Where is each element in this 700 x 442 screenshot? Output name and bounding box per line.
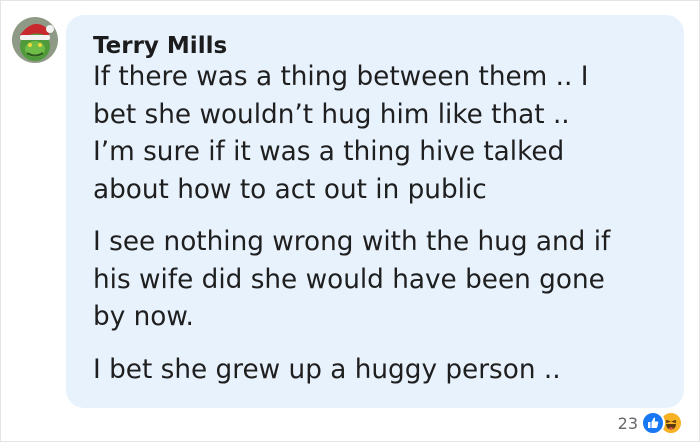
comment-line: I bet she grew up a huggy person .. [93,354,561,385]
like-icon [641,411,665,435]
comment-author[interactable]: Terry Mills [93,33,227,59]
comment-paragraph: If there was a thing between them .. I b… [93,59,673,209]
comment-paragraph: I see nothing wrong with the hug and if … [93,224,673,337]
comment-paragraph: I bet she grew up a huggy person .. [93,352,673,390]
comment-line: If there was a thing between them .. I [93,62,589,92]
avatar[interactable] [12,17,58,63]
grinch-avatar-icon [12,17,58,63]
comment-line: I’m sure if it was a thing hive talked [93,137,565,167]
comment-line: about how to act out in public [93,174,487,205]
reaction-summary[interactable]: 23 [618,410,683,436]
comment-body: If there was a thing between them .. I b… [93,59,673,389]
comment-line: his wife did she would have been gone [93,264,605,295]
reaction-count: 23 [617,413,638,433]
comment-line: bet she wouldn’t hug him like that .. [93,99,570,130]
comment-bubble: Terry Mills If there was a thing between… [66,15,684,408]
comment-line: by now. [93,302,194,332]
comment-line: I see nothing wrong with the hug and if [93,227,611,257]
